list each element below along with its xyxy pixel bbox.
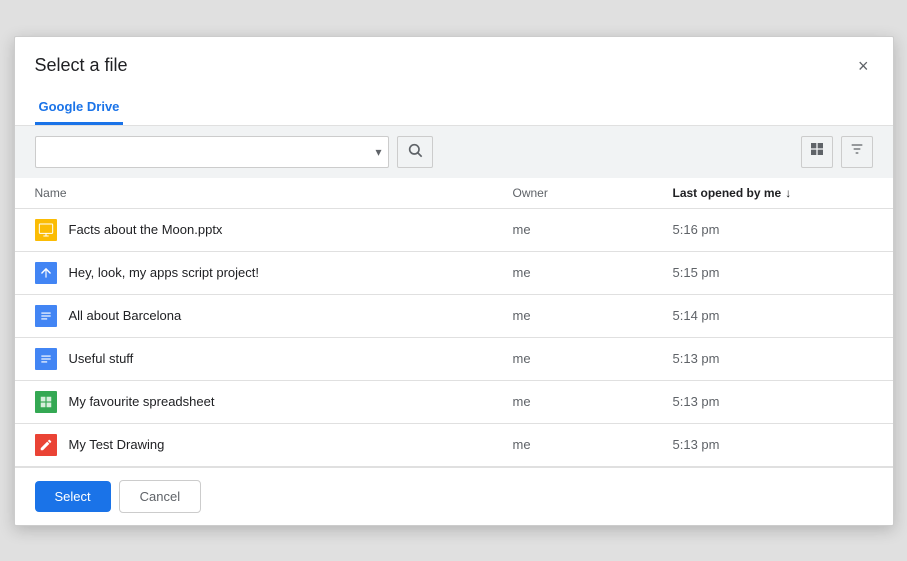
toolbar: ▾ xyxy=(15,126,893,178)
search-input[interactable] xyxy=(36,137,370,167)
file-table: Name Owner Last opened by me ↓ Facts abo… xyxy=(15,178,893,467)
file-type-icon xyxy=(35,219,57,241)
table-row[interactable]: All about Barcelona me 5:14 pm xyxy=(15,295,893,338)
file-last-opened: 5:14 pm xyxy=(673,308,873,323)
table-row[interactable]: Facts about the Moon.pptx me 5:16 pm xyxy=(15,209,893,252)
sort-arrow-icon: ↓ xyxy=(785,186,791,200)
file-name: My Test Drawing xyxy=(69,437,165,452)
file-last-opened: 5:13 pm xyxy=(673,394,873,409)
file-last-opened: 5:13 pm xyxy=(673,437,873,452)
grid-view-button[interactable] xyxy=(801,136,833,168)
table-row[interactable]: Useful stuff me 5:13 pm xyxy=(15,338,893,381)
grid-icon xyxy=(809,141,825,162)
file-name: My favourite spreadsheet xyxy=(69,394,215,409)
file-name: Hey, look, my apps script project! xyxy=(69,265,260,280)
file-name-cell: Facts about the Moon.pptx xyxy=(35,219,513,241)
file-owner: me xyxy=(513,265,673,280)
file-name: Useful stuff xyxy=(69,351,134,366)
search-button[interactable] xyxy=(397,136,433,168)
table-row[interactable]: My favourite spreadsheet me 5:13 pm xyxy=(15,381,893,424)
close-button[interactable]: × xyxy=(854,53,873,79)
sort-icon xyxy=(849,141,865,162)
search-icon xyxy=(407,142,423,161)
col-header-last: Last opened by me ↓ xyxy=(673,186,873,200)
file-owner: me xyxy=(513,437,673,452)
table-row[interactable]: Hey, look, my apps script project! me 5:… xyxy=(15,252,893,295)
file-name-cell: My Test Drawing xyxy=(35,434,513,456)
table-header: Name Owner Last opened by me ↓ xyxy=(15,178,893,209)
file-rows-container: Facts about the Moon.pptx me 5:16 pm Hey… xyxy=(15,209,893,467)
file-name-cell: All about Barcelona xyxy=(35,305,513,327)
file-last-opened: 5:13 pm xyxy=(673,351,873,366)
table-row[interactable]: My Test Drawing me 5:13 pm xyxy=(15,424,893,467)
tab-bar: Google Drive xyxy=(15,91,893,126)
dialog-footer: Select Cancel xyxy=(15,467,893,525)
file-name: Facts about the Moon.pptx xyxy=(69,222,223,237)
search-dropdown-button[interactable]: ▾ xyxy=(369,145,387,159)
file-owner: me xyxy=(513,308,673,323)
col-header-owner: Owner xyxy=(513,186,673,200)
file-name-cell: My favourite spreadsheet xyxy=(35,391,513,413)
file-name-cell: Useful stuff xyxy=(35,348,513,370)
file-type-icon xyxy=(35,434,57,456)
cancel-button[interactable]: Cancel xyxy=(119,480,201,513)
file-type-icon xyxy=(35,305,57,327)
chevron-down-icon: ▾ xyxy=(375,145,381,159)
file-name: All about Barcelona xyxy=(69,308,182,323)
file-type-icon xyxy=(35,262,57,284)
dialog-header: Select a file × xyxy=(15,37,893,79)
dialog-title: Select a file xyxy=(35,55,128,76)
file-last-opened: 5:15 pm xyxy=(673,265,873,280)
file-type-icon xyxy=(35,391,57,413)
file-owner: me xyxy=(513,222,673,237)
select-button[interactable]: Select xyxy=(35,481,111,512)
file-owner: me xyxy=(513,394,673,409)
file-name-cell: Hey, look, my apps script project! xyxy=(35,262,513,284)
file-last-opened: 5:16 pm xyxy=(673,222,873,237)
search-wrapper: ▾ xyxy=(35,136,389,168)
tab-google-drive[interactable]: Google Drive xyxy=(35,91,124,125)
file-type-icon xyxy=(35,348,57,370)
select-file-dialog: Select a file × Google Drive ▾ xyxy=(14,36,894,526)
col-header-name: Name xyxy=(35,186,513,200)
sort-button[interactable] xyxy=(841,136,873,168)
file-owner: me xyxy=(513,351,673,366)
